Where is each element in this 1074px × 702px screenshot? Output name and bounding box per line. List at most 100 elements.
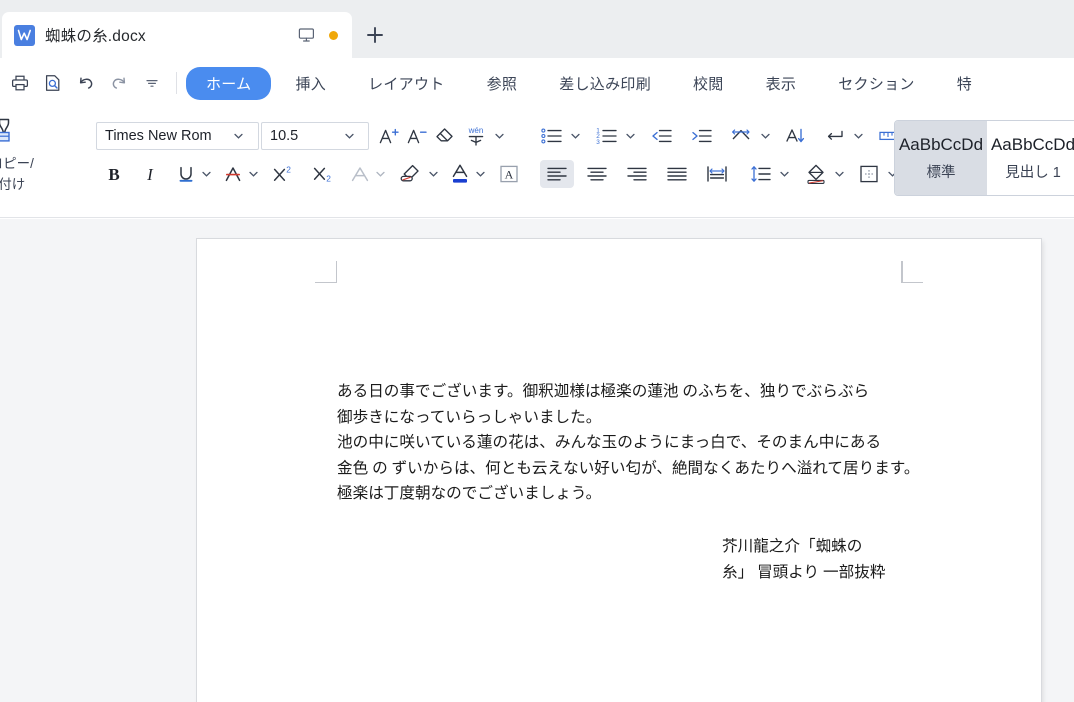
chevron-down-icon[interactable] — [833, 160, 846, 188]
toolbar-divider — [176, 72, 177, 94]
chevron-down-icon[interactable] — [852, 122, 865, 150]
document-page[interactable]: ある日の事でございます。御釈迦様は極楽の蓮池 のふちを、独りでぶらぶら 御歩きに… — [197, 239, 1041, 702]
subscript-button[interactable]: 2 — [306, 160, 340, 188]
redo-icon[interactable] — [104, 68, 134, 98]
svg-text:B: B — [108, 165, 119, 184]
ribbon-tab-special[interactable]: 特 — [939, 67, 990, 100]
highlight-color-icon[interactable] — [393, 160, 427, 188]
style-preview-text: AaBbCcDd — [898, 134, 984, 154]
italic-button[interactable]: I — [136, 160, 164, 188]
chevron-down-icon[interactable] — [493, 122, 506, 150]
style-name-label: 見出し 1 — [1005, 164, 1061, 181]
ribbon-tab-home[interactable]: ホーム — [186, 66, 272, 100]
new-tab-button[interactable] — [352, 12, 398, 58]
line-spacing-icon[interactable] — [744, 160, 778, 188]
chevron-down-icon[interactable] — [374, 160, 387, 188]
document-tab-title: 蜘蛛の糸.docx — [45, 28, 146, 45]
ribbon-tab-references[interactable]: 参照 — [469, 67, 536, 100]
chevron-down-icon[interactable] — [778, 160, 791, 188]
print-preview-icon[interactable] — [38, 68, 68, 98]
decrease-indent-icon[interactable] — [645, 122, 679, 150]
ribbon-tab-row: ホーム 挿入 レイアウト 参照 差し込み印刷 校閲 表示 セクション 特 — [0, 58, 1074, 108]
increase-indent-icon[interactable] — [685, 122, 719, 150]
underline-button[interactable] — [172, 160, 200, 188]
bold-button[interactable]: B — [100, 160, 128, 188]
svg-text:I: I — [146, 165, 154, 184]
document-workspace[interactable]: ある日の事でございます。御釈迦様は極楽の蓮池 のふちを、独りでぶらぶら 御歩きに… — [0, 219, 1074, 702]
clear-formatting-icon[interactable] — [431, 122, 459, 150]
superscript-button[interactable]: 2 — [266, 160, 300, 188]
chevron-down-icon[interactable] — [229, 133, 247, 139]
document-paragraph: 池の中に咲いている蓮の花は、みんな玉のようにまっ白で、そのまん中にある — [337, 434, 882, 452]
document-paragraph: ある日の事でございます。御釈迦様は極楽の蓮池 のふちを、独りでぶらぶら — [337, 383, 870, 400]
bulleted-list-icon[interactable] — [535, 122, 569, 150]
clipboard-group: のコピー/ り付け — [0, 114, 52, 194]
strikethrough-button[interactable] — [219, 160, 247, 188]
align-left-icon[interactable] — [540, 160, 574, 188]
tab-status-icons — [298, 27, 338, 43]
align-justify-icon[interactable] — [660, 160, 694, 188]
style-preview-text: AaBbCcDd — [990, 134, 1074, 154]
shading-icon[interactable] — [799, 160, 833, 188]
font-color-icon[interactable] — [446, 160, 474, 188]
paragraph-group-row1: 1 2 3 — [535, 122, 907, 150]
document-tab-bar: 蜘蛛の糸.docx — [0, 0, 1074, 58]
font-size-combo[interactable]: 10.5 — [261, 122, 369, 150]
borders-icon[interactable] — [852, 160, 886, 188]
customize-qat-icon[interactable] — [137, 68, 167, 98]
document-text-body[interactable]: ある日の事でございます。御釈迦様は極楽の蓮池 のふちを、独りでぶらぶら 御歩きに… — [337, 379, 931, 507]
asian-layout-icon[interactable] — [725, 122, 759, 150]
undo-icon[interactable] — [71, 68, 101, 98]
sort-icon[interactable] — [778, 122, 812, 150]
numbered-list-icon[interactable]: 1 2 3 — [590, 122, 624, 150]
chevron-down-icon[interactable] — [200, 160, 213, 188]
chevron-down-icon[interactable] — [624, 122, 637, 150]
increase-font-size-icon[interactable] — [375, 122, 403, 150]
document-tab[interactable]: 蜘蛛の糸.docx — [2, 12, 352, 58]
chevron-down-icon[interactable] — [474, 160, 487, 188]
chevron-down-icon[interactable] — [247, 160, 260, 188]
ribbon-tab-mailings[interactable]: 差し込み印刷 — [541, 67, 669, 100]
svg-text:A: A — [505, 167, 514, 181]
ribbon-tabs: ホーム 挿入 レイアウト 参照 差し込み印刷 校閲 表示 セクション 特 — [186, 66, 990, 100]
ribbon-tab-insert[interactable]: 挿入 — [277, 67, 344, 100]
chevron-down-icon[interactable] — [427, 160, 440, 188]
quick-access-toolbar — [0, 68, 186, 98]
font-size-value: 10.5 — [270, 128, 299, 144]
font-family-combo[interactable]: Times New Rom — [96, 122, 259, 150]
document-citation[interactable]: 芥川龍之介「蜘蛛の 糸」 冒頭より 一部抜粋 — [722, 534, 902, 585]
phonetic-guide-icon[interactable]: wén — [459, 122, 493, 150]
ribbon-tab-view[interactable]: 表示 — [748, 67, 815, 100]
chevron-down-icon[interactable] — [569, 122, 582, 150]
ribbon-tab-review[interactable]: 校閲 — [675, 67, 742, 100]
align-center-icon[interactable] — [580, 160, 614, 188]
document-paragraph: 御歩きになっていらっしゃいました。 — [337, 408, 602, 426]
print-icon[interactable] — [5, 68, 35, 98]
ribbon-home-panel: のコピー/ り付け Times New Rom 10.5 — [0, 108, 1074, 218]
document-paragraph: 金色 の ずいからは、何とも云えない好い匂が、絶間なくあたりへ溢れて居ります。 — [337, 459, 920, 477]
monitor-icon[interactable] — [298, 27, 315, 43]
text-effects-icon[interactable] — [346, 160, 374, 188]
unsaved-indicator-dot — [329, 30, 338, 40]
paragraph-group-row2 — [540, 160, 899, 188]
align-right-icon[interactable] — [620, 160, 654, 188]
document-paragraph: 極楽は丁度朝なのでございましょう。 — [337, 485, 602, 503]
ribbon-tab-section[interactable]: セクション — [820, 67, 933, 100]
align-distribute-icon[interactable] — [700, 160, 734, 188]
decrease-font-size-icon[interactable] — [403, 122, 431, 150]
style-gallery: AaBbCcDd 標準 AaBbCcDd 見出し 1 — [894, 120, 1074, 196]
style-item-normal[interactable]: AaBbCcDd 標準 — [895, 121, 987, 195]
ribbon-tab-layout[interactable]: レイアウト — [350, 67, 463, 100]
svg-text:2: 2 — [286, 165, 291, 175]
svg-text:2: 2 — [326, 174, 331, 184]
style-name-label: 標準 — [926, 164, 956, 181]
show-formatting-marks-icon[interactable] — [818, 122, 852, 150]
svg-text:3: 3 — [596, 139, 600, 146]
format-painter-icon[interactable] — [0, 114, 21, 152]
style-item-heading1[interactable]: AaBbCcDd 見出し 1 — [987, 121, 1074, 195]
character-border-icon[interactable]: A — [495, 160, 523, 188]
svg-text:wén: wén — [468, 126, 484, 135]
citation-line: 糸」 冒頭より 一部抜粋 — [722, 563, 886, 581]
chevron-down-icon[interactable] — [759, 122, 772, 150]
chevron-down-icon[interactable] — [340, 133, 358, 139]
